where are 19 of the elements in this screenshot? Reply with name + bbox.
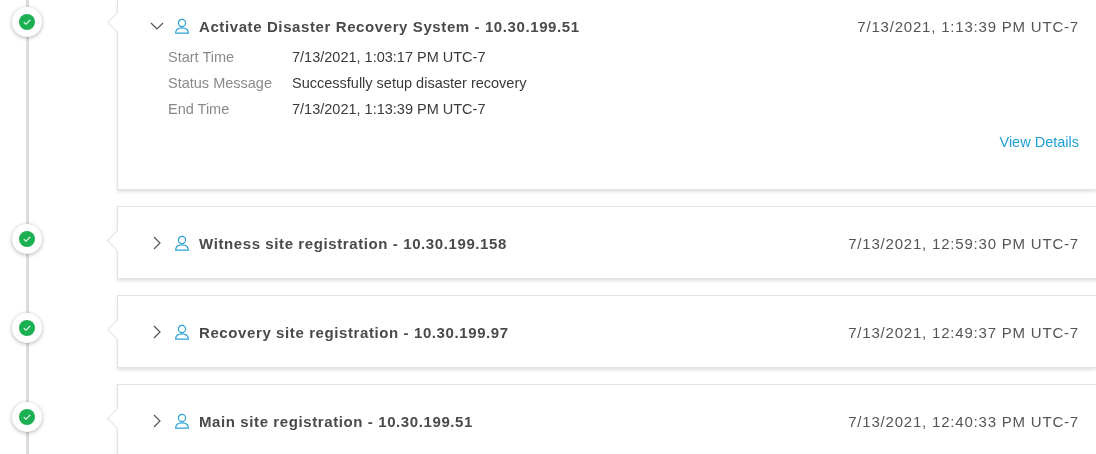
event-time: 7/13/2021, 12:49:37 PM UTC-7: [848, 323, 1079, 341]
detail-label: Start Time: [168, 49, 236, 65]
event-title: Recovery site registration - 10.30.199.97: [199, 323, 509, 341]
detail-value: 7/13/2021, 1:13:39 PM UTC-7: [292, 101, 487, 117]
event-time: 7/13/2021, 1:13:39 PM UTC-7: [857, 17, 1079, 35]
event-title: Main site registration - 10.30.199.51: [199, 412, 473, 430]
event-time: 7/13/2021, 12:59:30 PM UTC-7: [848, 234, 1079, 252]
user-icon: [174, 235, 190, 251]
user-icon: [174, 413, 190, 429]
detail-label: Status Message: [168, 75, 273, 91]
event-time: 7/13/2021, 12:40:33 PM UTC-7: [848, 412, 1079, 430]
event-title: Witness site registration - 10.30.199.158: [199, 234, 507, 252]
view-details-link[interactable]: View Details: [999, 134, 1079, 150]
user-icon: [174, 18, 190, 34]
detail-value: Successfully setup disaster recovery: [292, 75, 528, 91]
detail-label: End Time: [168, 101, 231, 117]
event-title: Activate Disaster Recovery System - 10.30.199.51: [199, 17, 580, 35]
user-icon: [174, 324, 190, 340]
detail-value: 7/13/2021, 1:03:17 PM UTC-7: [292, 49, 487, 65]
